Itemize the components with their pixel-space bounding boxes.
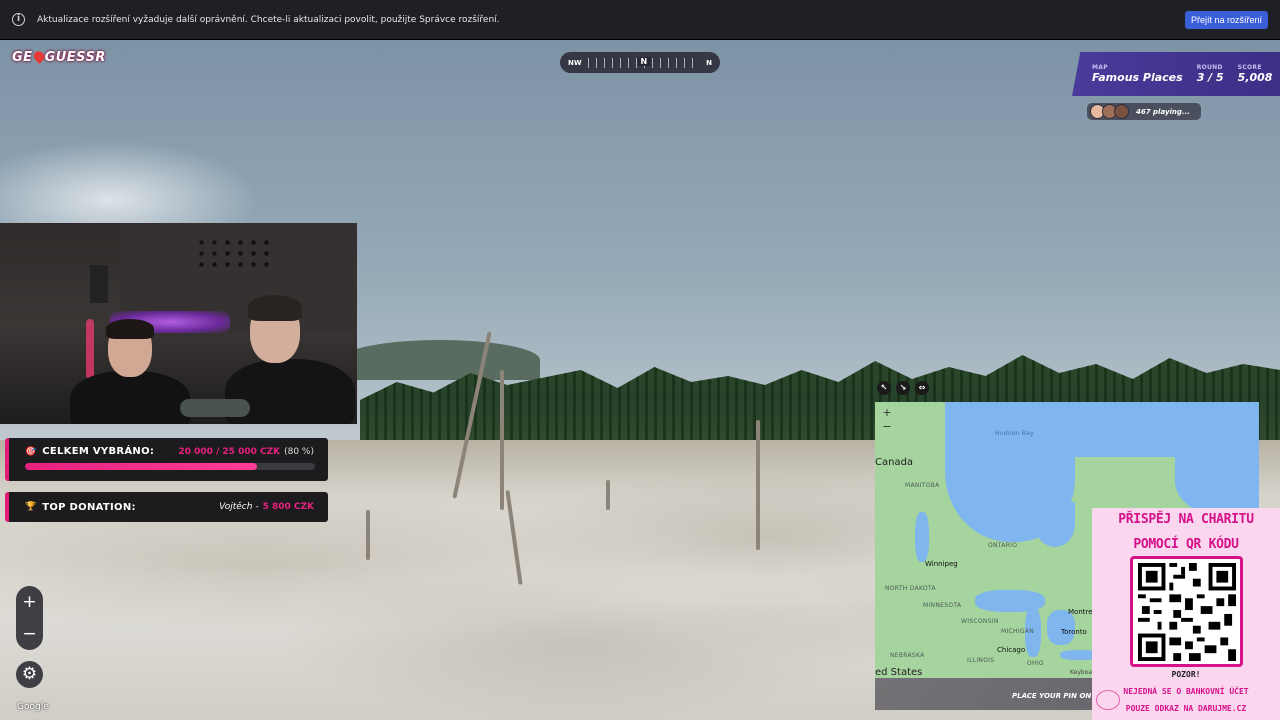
top-donation-amount: 5 800 CZK bbox=[262, 502, 314, 512]
total-percent: (80 %) bbox=[284, 446, 314, 457]
trophy-icon: 🏆 bbox=[25, 502, 37, 512]
lake-winnipeg bbox=[915, 512, 929, 562]
qr-subheading: POMOCÍ QR KÓDU bbox=[1133, 537, 1239, 552]
map-city-toronto: Toronto bbox=[1061, 628, 1087, 636]
players-online-badge[interactable]: 467 playing... bbox=[1087, 103, 1201, 120]
map-pin-toggle-icon[interactable]: ⇔ bbox=[915, 381, 929, 395]
compass-north: N bbox=[637, 56, 651, 66]
qr-warning: POZOR! bbox=[1171, 670, 1201, 679]
total-amount: 20 000 / 25 000 CZK bbox=[178, 446, 281, 457]
dead-tree bbox=[366, 510, 370, 560]
charity-progress-fill bbox=[25, 463, 257, 470]
dead-tree bbox=[756, 420, 760, 550]
qr-heading: PŘISPĚJ NA CHARITU bbox=[1118, 512, 1254, 527]
streamer-right-hair bbox=[248, 295, 302, 321]
qr-note-darujme: POUZE ODKAZ NA DARUJME.CZ bbox=[1125, 704, 1247, 713]
charity-qr-panel: PŘISPĚJ NA CHARITU POMOCÍ QR KÓDU POZOR!… bbox=[1092, 508, 1280, 720]
charity-total-card: 🎯 CELKEM VYBRÁNO: 20 000 / 25 000 CZK (8… bbox=[5, 438, 328, 481]
score-label: SCORE bbox=[1237, 64, 1262, 71]
map-label-united-states: ed States bbox=[875, 667, 923, 678]
string-lights bbox=[195, 237, 275, 267]
map-zoom-out-button[interactable]: − bbox=[882, 420, 891, 434]
top-donor-name: Vojtěch - bbox=[219, 502, 259, 512]
map-shrink-icon[interactable]: ↘ bbox=[896, 381, 910, 395]
zoom-out-button[interactable]: − bbox=[22, 625, 36, 643]
total-label: CELKEM VYBRÁNO: bbox=[42, 446, 155, 457]
zoom-in-button[interactable]: + bbox=[22, 593, 36, 611]
wall-poster bbox=[90, 265, 108, 303]
qr-note-not-bank: NEJEDNÁ SE O BANKOVNÍ ÚČET bbox=[1123, 687, 1249, 696]
map-info: MAP Famous Places bbox=[1092, 64, 1183, 84]
game-status-panel: MAP Famous Places ROUND 3 / 5 SCORE 5,00… bbox=[1072, 52, 1280, 96]
map-zoom-in-button[interactable]: + bbox=[882, 406, 891, 420]
geoguessr-logo[interactable]: GE GUESSR bbox=[12, 49, 106, 65]
streamer-left-body bbox=[70, 371, 190, 424]
target-icon: 🎯 bbox=[25, 446, 37, 457]
map-zoom-control: + − bbox=[880, 406, 894, 436]
go-to-extensions-button[interactable]: Přejít na rozšíření bbox=[1184, 10, 1268, 29]
map-label-wisconsin: WISCONSIN bbox=[961, 618, 999, 625]
map-label-ontario: ONTARIO bbox=[988, 542, 1018, 549]
charity-progress-bar bbox=[25, 463, 315, 470]
map-label-canada: Canada bbox=[875, 457, 914, 468]
round-value: 3 / 5 bbox=[1196, 71, 1224, 84]
gear-icon: ⚙ bbox=[21, 664, 38, 684]
map-enlarge-icon[interactable]: ↖ bbox=[877, 381, 891, 395]
map-size-controls: ↖ ↘ ⇔ bbox=[877, 381, 929, 395]
extension-message: Aktualizace rozšíření vyžaduje další opr… bbox=[37, 14, 500, 25]
top-donation-card: 🏆 TOP DONATION: Vojtěch - 5 800 CZK bbox=[5, 492, 328, 522]
google-logo: Google bbox=[17, 702, 49, 712]
dead-tree bbox=[500, 370, 504, 510]
compass-right: N bbox=[706, 58, 712, 67]
compass-ticks: N bbox=[587, 56, 701, 68]
top-donation-label: TOP DONATION: bbox=[42, 501, 136, 513]
charity-logo-icon bbox=[1096, 690, 1120, 710]
map-label-nebraska: NEBRASKA bbox=[890, 652, 925, 659]
map-keyboard-shortcuts[interactable]: Keyboa bbox=[1070, 669, 1092, 676]
northeast-water bbox=[1075, 402, 1259, 457]
avatar bbox=[1114, 104, 1129, 119]
compass-left: NW bbox=[568, 58, 582, 67]
red-light bbox=[86, 319, 94, 379]
map-label-michigan: MICHIGAN bbox=[1001, 628, 1035, 635]
round-label: ROUND bbox=[1196, 64, 1223, 71]
map-label-illinois: ILLINOIS bbox=[967, 657, 995, 664]
playing-count: 467 playing... bbox=[1136, 107, 1190, 116]
score-info: SCORE 5,008 bbox=[1238, 64, 1273, 84]
microphone bbox=[180, 399, 250, 417]
map-city-chicago: Chicago bbox=[997, 646, 1026, 654]
map-label: MAP bbox=[1092, 64, 1108, 71]
score-value: 5,008 bbox=[1237, 71, 1273, 84]
map-city-winnipeg: Winnipeg bbox=[925, 560, 958, 568]
settings-button[interactable]: ⚙ bbox=[16, 661, 43, 688]
map-label-ohio: OHIO bbox=[1027, 660, 1044, 667]
map-label-minnesota: MINNESOTA bbox=[923, 602, 962, 609]
map-value: Famous Places bbox=[1092, 71, 1183, 84]
info-icon: i bbox=[12, 13, 25, 26]
map-label-hudson-bay: Hudson Bay bbox=[995, 430, 1034, 437]
map-label-north-dakota: NORTH DAKOTA bbox=[885, 585, 936, 592]
compass: NW N N bbox=[560, 52, 720, 73]
map-city-montreal: Montre bbox=[1068, 608, 1093, 616]
donation-qr-code[interactable] bbox=[1129, 556, 1243, 667]
panorama-zoom-control: + − bbox=[16, 586, 43, 650]
dead-tree bbox=[606, 480, 610, 510]
streamer-webcam bbox=[0, 223, 357, 424]
map-label-manitoba: MANITOBA bbox=[905, 482, 940, 489]
qr-code-image bbox=[1137, 563, 1236, 661]
streamer-left-hair bbox=[106, 319, 154, 339]
hudson-bay-water-south bbox=[1035, 502, 1075, 547]
extension-notification-bar: i Aktualizace rozšíření vyžaduje další o… bbox=[0, 0, 1280, 40]
round-info: ROUND 3 / 5 bbox=[1197, 64, 1224, 84]
distant-hill bbox=[340, 340, 540, 380]
